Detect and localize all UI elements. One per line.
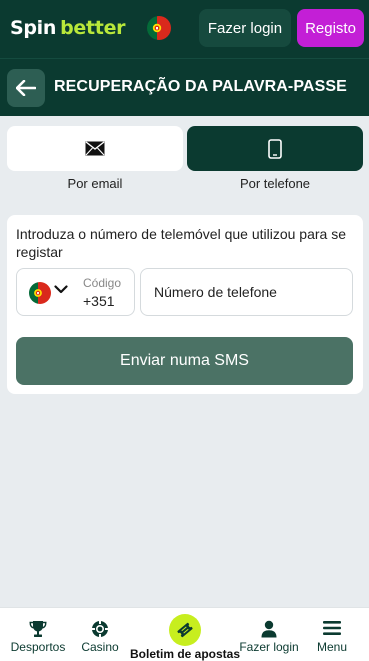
casino-chip-icon [92, 621, 108, 637]
page-header: RECUPERAÇÃO DA PALAVRA-PASSE [0, 58, 369, 116]
nav-boletim-label: Boletim de apostas [129, 647, 241, 661]
chevron-down-icon [54, 285, 68, 294]
nav-login[interactable]: Fazer login [239, 608, 299, 661]
ticket-icon [177, 622, 193, 638]
tab-phone-label[interactable]: Por telefone [187, 176, 363, 191]
nav-menu-label: Menu [316, 640, 348, 654]
nav-casino-label: Casino [81, 640, 119, 654]
portugal-flag-icon [29, 282, 51, 304]
register-button[interactable]: Registo [297, 9, 364, 47]
country-code-selector[interactable]: Código +351 [16, 268, 135, 316]
hamburger-icon [323, 621, 341, 635]
nav-desportos-label: Desportos [10, 640, 66, 654]
tab-email[interactable] [7, 126, 183, 171]
country-code-value: +351 [83, 293, 115, 309]
arrow-left-icon [16, 80, 36, 96]
spinbetter-logo[interactable]: Spin better [10, 17, 126, 41]
instruction-text: Introduza o número de telemóvel que util… [16, 226, 346, 260]
top-bar: Spin better Fazer login Registo [0, 0, 369, 58]
nav-menu[interactable]: Menu [313, 608, 351, 661]
nav-casino[interactable]: Casino [78, 608, 122, 661]
nav-boletim[interactable]: Boletim de apostas [129, 608, 241, 661]
nav-desportos[interactable]: Desportos [8, 608, 68, 661]
logo-better-text: better [60, 17, 126, 39]
bottom-nav: Desportos Casino Boletim de apostas Faze… [0, 607, 369, 661]
tab-phone[interactable] [187, 126, 363, 171]
phone-recovery-form: Introduza o número de telemóvel que util… [7, 215, 363, 394]
nav-login-label: Fazer login [239, 640, 299, 654]
boletim-badge [169, 614, 201, 646]
back-button[interactable] [7, 69, 45, 107]
country-code-label: Código [83, 276, 122, 290]
page-title: RECUPERAÇÃO DA PALAVRA-PASSE [54, 78, 347, 95]
send-sms-button[interactable]: Enviar numa SMS [16, 337, 353, 385]
envelope-icon [85, 141, 105, 156]
phone-icon [268, 138, 282, 159]
logo-spin-text: Spin [10, 17, 57, 39]
tab-email-label[interactable]: Por email [7, 176, 183, 191]
login-button[interactable]: Fazer login [199, 9, 291, 47]
phone-number-input[interactable] [140, 268, 353, 316]
user-icon [261, 620, 277, 638]
trophy-icon [29, 621, 47, 637]
portugal-flag-icon[interactable] [147, 16, 171, 40]
